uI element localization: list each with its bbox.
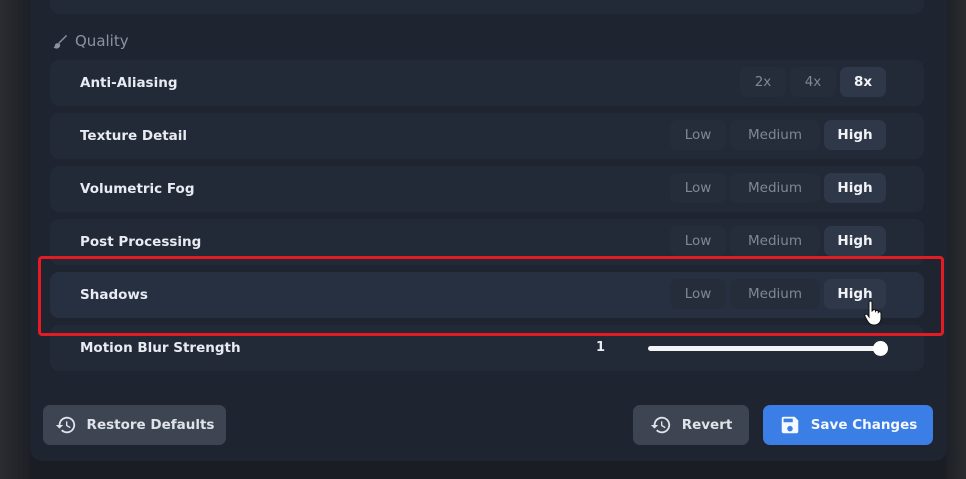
texture-detail-selector: Low Medium High [670,120,886,152]
save-changes-button[interactable]: Save Changes [763,405,933,445]
option-2x[interactable]: 2x [740,67,786,97]
row-post-processing: Post Processing Low Medium High [50,219,924,265]
option-medium[interactable]: Medium [730,120,820,150]
shadows-selector: Low Medium High [670,279,886,311]
button-label: Revert [681,417,733,433]
restore-defaults-button[interactable]: Restore Defaults [43,405,226,445]
volumetric-fog-selector: Low Medium High [670,173,886,205]
option-low[interactable]: Low [670,120,726,150]
button-label: Save Changes [810,417,918,433]
anti-aliasing-selector: 2x 4x 8x [740,67,886,99]
option-4x[interactable]: 4x [790,67,836,97]
option-medium[interactable]: Medium [730,173,820,203]
row-label: Shadows [80,287,148,303]
row-label: Volumetric Fog [80,181,195,197]
revert-button[interactable]: Revert [633,405,749,445]
motion-blur-slider-thumb[interactable] [873,341,888,356]
brush-icon [53,34,67,49]
previous-setting-row [50,0,924,14]
section-title: Quality [75,32,129,50]
floppy-disk-icon [781,416,798,434]
section-header: Quality [52,30,129,52]
row-anti-aliasing: Anti-Aliasing 2x 4x 8x [50,60,924,106]
option-high[interactable]: High [824,120,886,150]
background-right [946,0,966,479]
row-label: Post Processing [80,234,202,250]
row-label: Texture Detail [80,128,188,144]
option-high[interactable]: High [824,226,886,256]
option-high[interactable]: High [824,173,886,203]
settings-panel: Quality Anti-Aliasing 2x 4x 8x Texture D… [30,0,947,461]
row-motion-blur: Motion Blur Strength 1 [50,325,924,371]
option-8x[interactable]: 8x [840,67,886,97]
motion-blur-slider-track[interactable] [648,346,880,351]
post-processing-selector: Low Medium High [670,226,886,258]
hand-pointer-icon [864,300,882,326]
option-medium[interactable]: Medium [730,279,820,309]
row-texture-detail: Texture Detail Low Medium High [50,113,924,159]
row-shadows: Shadows Low Medium High [50,272,924,318]
option-low[interactable]: Low [670,226,726,256]
option-low[interactable]: Low [670,173,726,203]
option-medium[interactable]: Medium [730,226,820,256]
slider-value: 1 [596,340,606,355]
row-label: Anti-Aliasing [80,75,178,91]
row-volumetric-fog: Volumetric Fog Low Medium High [50,166,924,212]
button-label: Restore Defaults [86,417,215,433]
history-icon [650,416,670,434]
history-icon [55,416,75,434]
option-low[interactable]: Low [670,279,726,309]
row-label: Motion Blur Strength [80,340,241,356]
background-left [0,0,30,479]
